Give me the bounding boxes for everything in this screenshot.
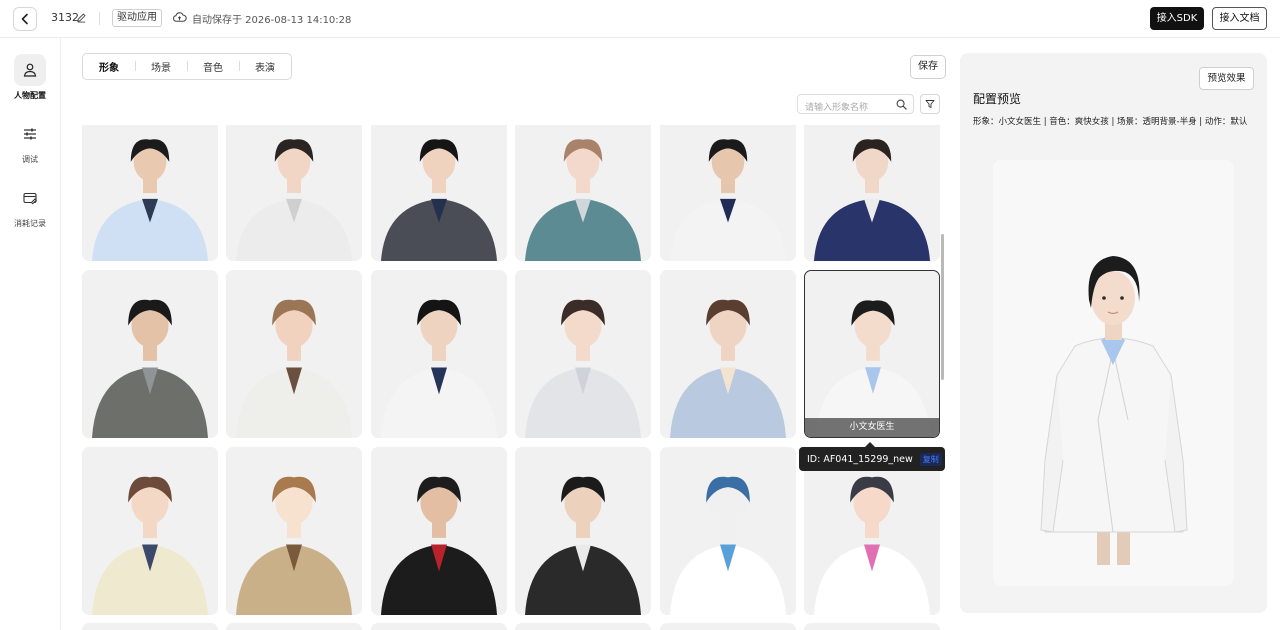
avatar-figure <box>815 300 931 437</box>
search-icon[interactable] <box>896 99 907 110</box>
avatar-figure <box>92 139 208 261</box>
avatar-card-caption: 小文女医生 <box>805 418 939 437</box>
avatar-card[interactable] <box>515 270 651 438</box>
copy-id-button[interactable]: 复制 <box>919 452 942 466</box>
back-button[interactable] <box>13 7 37 31</box>
avatar-card[interactable] <box>371 270 507 438</box>
avatar-card[interactable] <box>226 270 362 438</box>
avatar-card[interactable] <box>226 623 362 630</box>
avatar-figure <box>814 139 930 261</box>
avatar-figure <box>236 139 352 261</box>
avatar-card[interactable] <box>226 447 362 615</box>
avatar-card[interactable] <box>804 125 940 261</box>
wallet-icon <box>23 192 37 205</box>
nav-label: 人物配置 <box>14 91 46 100</box>
config-tabs: 形象 场景 音色 表演 <box>82 53 292 80</box>
preview-title: 配置预览 <box>973 92 1022 106</box>
avatar-figure <box>92 476 208 615</box>
drive-app-tag: 驱动应用 <box>112 9 162 27</box>
tab-scene[interactable]: 场景 <box>135 59 187 74</box>
left-nav: 人物配置 调试 消耗记录 <box>0 38 61 630</box>
avatar-grid[interactable]: 小文女医生 <box>82 125 940 630</box>
avatar-figure <box>236 476 352 615</box>
avatar-figure <box>814 476 930 615</box>
avatar-card[interactable] <box>82 623 218 630</box>
avatar-card[interactable] <box>82 270 218 438</box>
person-icon <box>23 63 37 77</box>
avatar-card[interactable] <box>371 447 507 615</box>
avatar-id-tooltip: ID: AF041_15299_new 复制 <box>799 442 945 471</box>
integrate-sdk-button[interactable]: 接入SDK <box>1150 7 1204 30</box>
avatar-card[interactable] <box>515 447 651 615</box>
integration-docs-button[interactable]: 接入文档 <box>1212 7 1267 30</box>
avatar-figure <box>525 476 641 615</box>
avatar-card[interactable]: 小文女医生 <box>804 270 940 438</box>
avatar-card[interactable] <box>226 125 362 261</box>
avatar-figure <box>92 299 208 438</box>
nav-item-consumption-records[interactable]: 消耗记录 <box>0 182 60 229</box>
grid-scrollbar[interactable] <box>941 234 944 380</box>
preview-panel: 预览效果 配置预览 形象：小文女医生 | 音色：爽快女孩 | 场景：透明背景-半… <box>960 53 1267 613</box>
filter-icon <box>925 100 935 108</box>
avatar-figure <box>381 299 497 438</box>
avatar-card[interactable] <box>660 623 796 630</box>
avatar-figure <box>670 139 786 261</box>
avatar-card[interactable] <box>82 447 218 615</box>
avatar-figure <box>670 476 786 615</box>
avatar-figure <box>525 139 641 261</box>
project-name: 3132 <box>51 11 79 24</box>
avatar-figure <box>381 476 497 615</box>
tab-performance[interactable]: 表演 <box>239 59 291 74</box>
avatar-figure <box>381 139 497 261</box>
avatar-card[interactable] <box>804 623 940 630</box>
preview-stage <box>993 160 1234 586</box>
avatar-figure <box>236 299 352 438</box>
avatar-card[interactable] <box>371 623 507 630</box>
avatar-card[interactable] <box>82 125 218 261</box>
avatar-card[interactable] <box>371 125 507 261</box>
pencil-icon[interactable] <box>76 12 87 23</box>
chevron-left-icon <box>21 13 28 25</box>
avatar-card[interactable] <box>804 447 940 615</box>
avatar-figure <box>525 299 641 438</box>
nav-label: 消耗记录 <box>14 219 46 228</box>
autosave-status: 自动保存于 2026-08-13 14:10:28 <box>192 15 352 26</box>
search-input[interactable] <box>798 99 890 117</box>
cloud-save-icon <box>173 12 187 22</box>
avatar-search <box>797 94 914 117</box>
avatar-card[interactable] <box>660 447 796 615</box>
nav-label: 调试 <box>22 155 38 164</box>
tab-avatar[interactable]: 形象 <box>83 59 135 74</box>
avatar-card[interactable] <box>660 270 796 438</box>
tab-voice[interactable]: 音色 <box>187 59 239 74</box>
header-divider <box>99 12 100 25</box>
avatar-card[interactable] <box>515 125 651 261</box>
save-button[interactable]: 保存 <box>910 55 946 79</box>
avatar-id-text: ID: AF041_15299_new <box>807 453 913 465</box>
preview-effect-button[interactable]: 预览效果 <box>1199 67 1254 90</box>
nav-item-character-config[interactable]: 人物配置 <box>0 54 60 101</box>
nav-item-debug[interactable]: 调试 <box>0 118 60 165</box>
preview-summary: 形象：小文女医生 | 音色：爽快女孩 | 场景：透明背景-半身 | 动作：默认 <box>973 117 1248 127</box>
avatar-card[interactable] <box>660 125 796 261</box>
filter-button[interactable] <box>920 94 940 114</box>
sliders-icon <box>24 128 36 140</box>
top-bar: 3132 驱动应用 自动保存于 2026-08-13 14:10:28 接入SD… <box>0 0 1280 38</box>
avatar-figure <box>670 299 786 438</box>
avatar-card[interactable] <box>515 623 651 630</box>
preview-avatar-figure <box>1040 256 1188 565</box>
